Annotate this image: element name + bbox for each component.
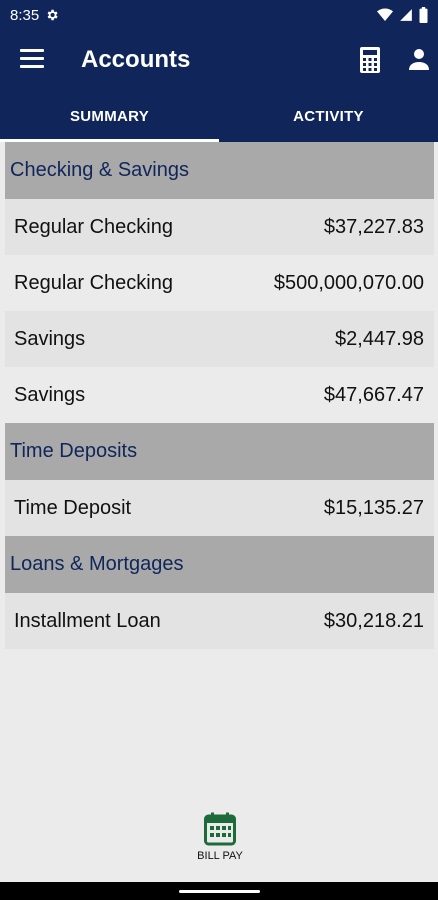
- section-header-time-deposits: Time Deposits: [5, 423, 434, 480]
- tab-activity[interactable]: ACTIVITY: [219, 90, 438, 142]
- account-name: Regular Checking: [14, 271, 173, 294]
- wifi-icon: [377, 8, 393, 21]
- account-balance: $37,227.83: [323, 215, 424, 238]
- home-gesture-handle[interactable]: [179, 890, 260, 893]
- account-name: Regular Checking: [14, 215, 173, 238]
- calendar-icon: [204, 812, 236, 846]
- section-header-checking-savings: Checking & Savings: [5, 142, 434, 199]
- account-name: Installment Loan: [14, 609, 161, 632]
- profile-person-icon[interactable]: [408, 48, 430, 70]
- accounts-list: Checking & Savings Regular Checking $37,…: [5, 142, 434, 649]
- status-time: 8:35: [10, 6, 40, 24]
- page-title: Accounts: [81, 46, 191, 73]
- app-bar: Accounts: [0, 30, 438, 90]
- account-row[interactable]: Regular Checking $37,227.83: [5, 199, 434, 255]
- menu-icon[interactable]: [20, 49, 44, 69]
- account-name: Time Deposit: [14, 496, 132, 519]
- tab-summary[interactable]: SUMMARY: [0, 90, 219, 142]
- signal-icon: [400, 9, 412, 21]
- settings-gear-icon: [47, 9, 58, 21]
- system-nav-bar: [0, 882, 438, 900]
- account-name: Savings: [14, 383, 86, 406]
- account-row[interactable]: Savings $47,667.47: [5, 367, 434, 423]
- account-balance: $500,000,070.00: [273, 271, 424, 294]
- bill-pay-label: BILL PAY: [197, 850, 243, 862]
- account-row[interactable]: Regular Checking $500,000,070.00: [5, 255, 434, 311]
- status-bar: 8:35: [0, 0, 438, 30]
- account-row[interactable]: Installment Loan $30,218.21: [5, 593, 434, 649]
- bill-pay-button[interactable]: BILL PAY: [180, 812, 260, 872]
- account-balance: $2,447.98: [335, 327, 424, 350]
- calculator-icon[interactable]: [360, 47, 380, 73]
- account-balance: $30,218.21: [323, 609, 424, 632]
- account-row[interactable]: Time Deposit $15,135.27: [5, 480, 434, 536]
- battery-icon: [419, 7, 428, 23]
- account-name: Savings: [14, 327, 86, 350]
- account-row[interactable]: Savings $2,447.98: [5, 311, 434, 367]
- section-header-loans-mortgages: Loans & Mortgages: [5, 536, 434, 593]
- account-balance: $15,135.27: [323, 496, 424, 519]
- tab-bar: SUMMARY ACTIVITY: [0, 90, 438, 142]
- account-balance: $47,667.47: [323, 383, 424, 406]
